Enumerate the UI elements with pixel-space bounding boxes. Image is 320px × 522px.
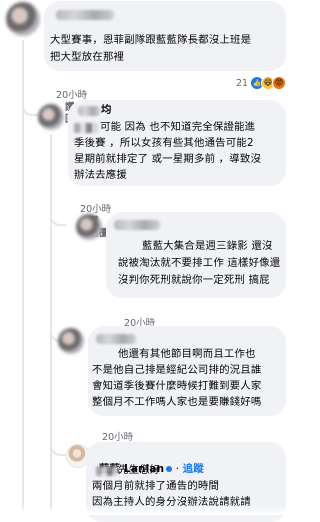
comment-text-line: 季後賽 ，所以女孩有些其他通告可能2 <box>74 137 254 149</box>
thread-connector <box>50 440 66 456</box>
verified-icon <box>166 466 173 472</box>
mention-redacted <box>74 123 98 133</box>
commenter-avatar[interactable] <box>76 214 102 240</box>
thread-connector <box>50 210 66 226</box>
comment-text-line: 沒判你死刑就說你一定死刑 搞屁 <box>118 274 270 286</box>
commenter-name-redacted[interactable] <box>78 106 100 116</box>
commenter-avatar[interactable] <box>38 104 64 130</box>
reaction-summary[interactable]: 21 👍 😆 😡 <box>236 76 287 90</box>
mention-redacted <box>96 466 118 476</box>
comment-text-line: 先生您好 <box>118 464 161 476</box>
comment-text-line: 把大型放在那裡 <box>50 51 125 63</box>
comment-text-line: 說被淘汰就不要排工作 這樣好像還 <box>118 257 281 269</box>
comment-text-line: 藍藍大集合是週三錄影 還沒 <box>142 240 273 252</box>
commenter-name-redacted[interactable] <box>56 10 114 20</box>
comment-text-line: 他還有其他節目啊而且工作也 <box>118 348 256 360</box>
comment-time[interactable]: 20小時 <box>80 204 111 215</box>
comment-text-line: 不是他自己排是經紀公司排的況且誰 <box>92 364 262 376</box>
comment-text-line: 兩個月前就排了通告的時間 <box>92 480 220 492</box>
commenter-avatar[interactable] <box>6 2 40 36</box>
commenter-name-suffix[interactable]: 均 <box>101 102 112 118</box>
comment-text-line: 可能 因為 也不知道完全保證能進 <box>100 121 256 133</box>
comment-text-line: 整個月不工作嗎人家也是要賺錢好嗎 <box>92 396 262 408</box>
commenter-name-redacted[interactable] <box>96 334 136 344</box>
reaction-count: 21 <box>236 77 249 89</box>
thread-line <box>50 134 52 510</box>
commenter-name-redacted[interactable] <box>114 220 160 230</box>
bottom-fade <box>0 505 294 515</box>
thread-connector <box>22 100 38 116</box>
follow-button[interactable]: 追蹤 <box>183 463 204 475</box>
comment-text-line: 會知道季後賽什麼時候打難到要人家 <box>92 380 262 392</box>
commenter-avatar[interactable] <box>58 328 84 354</box>
comment-text-line: 星期前就排定了 或一星期多前 ，導致沒 <box>74 153 262 165</box>
comment-text-line: 辦法去應援 <box>74 169 127 181</box>
angry-icon: 😡 <box>272 76 287 90</box>
comment-text-line: 大型賽事，恩菲副隊跟藍藍隊長都沒上班是 <box>50 34 252 46</box>
